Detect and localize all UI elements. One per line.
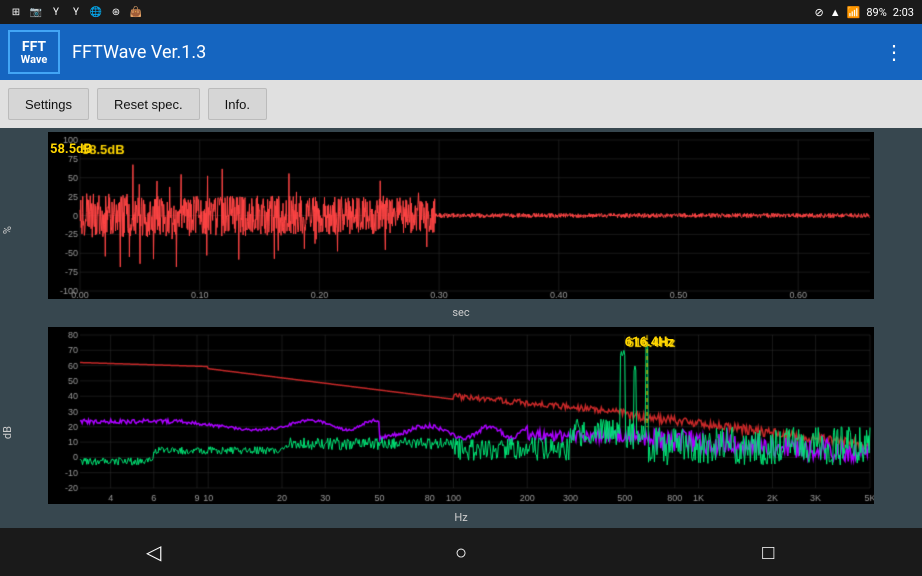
back-icon: ◁: [146, 540, 161, 564]
battery-level: 89%: [866, 6, 886, 19]
toolbar: Settings Reset spec. Info.: [0, 80, 922, 128]
status-right: ⊘ ▲ 📶 89% 2:03: [815, 6, 914, 19]
logo-fft-text: FFT: [22, 40, 46, 54]
home-button[interactable]: ○: [437, 528, 485, 576]
reset-spec-button[interactable]: Reset spec.: [97, 88, 200, 120]
fft-freq-label: 616.4Hz: [625, 335, 674, 350]
app-bar: FFT Wave FFTWave Ver.1.3 ⋮: [0, 24, 922, 80]
status-icon-2: 📷: [28, 4, 44, 20]
waveform-canvas: [48, 132, 874, 299]
time-display: 2:03: [893, 6, 914, 19]
waveform-chart: 58.5dB: [48, 132, 874, 299]
logo-wave-text: Wave: [21, 54, 48, 65]
fft-chart: 616.4Hz: [48, 327, 874, 504]
recent-button[interactable]: □: [744, 528, 792, 576]
waveform-x-axis-label: sec: [452, 306, 469, 319]
overflow-menu-button[interactable]: ⋮: [876, 32, 914, 72]
home-icon: ○: [455, 540, 467, 565]
settings-button[interactable]: Settings: [8, 88, 89, 120]
fft-x-axis-label: Hz: [454, 511, 467, 524]
app-logo: FFT Wave: [8, 30, 60, 74]
wifi-icon: ▲: [830, 6, 841, 19]
signal-icon: 📶: [847, 6, 861, 19]
status-icon-1: ⊞: [8, 4, 24, 20]
status-icon-3: Y: [48, 4, 64, 20]
status-icon-6: ⊛: [108, 4, 124, 20]
info-button[interactable]: Info.: [208, 88, 267, 120]
app-title: FFTWave Ver.1.3: [72, 42, 876, 63]
no-sim-icon: ⊘: [815, 6, 824, 19]
status-icon-5: 🌐: [88, 4, 104, 20]
recent-icon: □: [762, 540, 774, 565]
nav-bar: ◁ ○ □: [0, 528, 922, 576]
fft-y-axis-label: dB: [1, 426, 14, 439]
status-bar: ⊞ 📷 Y Y 🌐 ⊛ 👜 ⊘ ▲ 📶 89% 2:03: [0, 0, 922, 24]
charts-area: % 58.5dB sec dB 616.4Hz Hz: [0, 128, 922, 528]
status-icon-7: 👜: [128, 4, 144, 20]
status-icons-left: ⊞ 📷 Y Y 🌐 ⊛ 👜: [8, 4, 144, 20]
waveform-db-label: 58.5dB: [50, 142, 92, 157]
back-button[interactable]: ◁: [130, 528, 178, 576]
waveform-y-axis-label: %: [1, 226, 14, 234]
waveform-section: % 58.5dB sec: [0, 128, 922, 323]
status-icon-4: Y: [68, 4, 84, 20]
fft-section: dB 616.4Hz Hz: [0, 323, 922, 528]
fft-canvas: [48, 327, 874, 504]
